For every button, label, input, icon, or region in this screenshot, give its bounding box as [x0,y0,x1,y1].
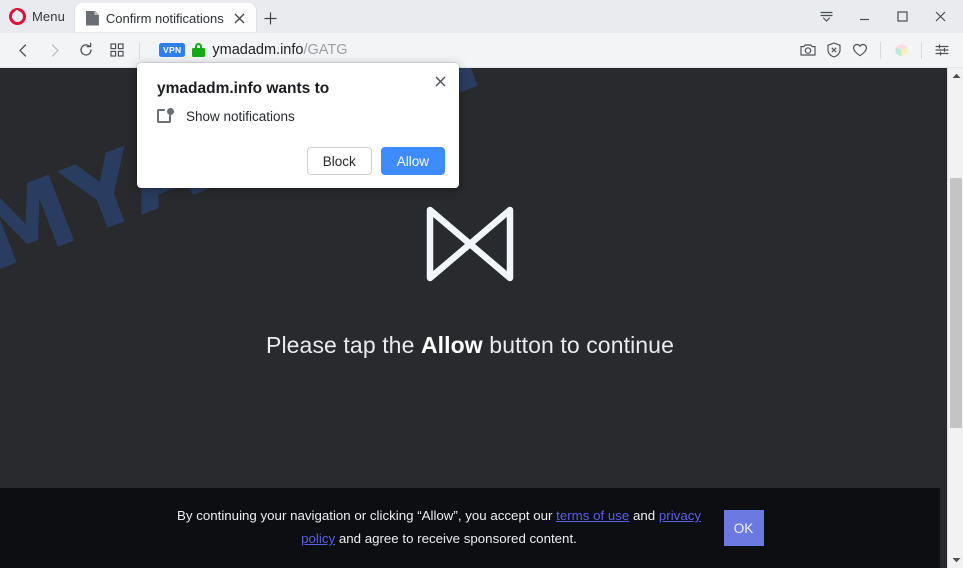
maximize-icon[interactable] [883,0,921,33]
scrollbar-thumb[interactable] [950,178,962,428]
allow-button[interactable]: Allow [380,147,445,175]
toolbar-right-icons [795,37,963,63]
close-icon[interactable] [921,0,959,33]
dialog-close-icon[interactable] [429,70,451,92]
browser-window: Menu Confirm notifications VPN ymadadm.i… [0,0,963,568]
scroll-up-arrow-icon[interactable] [948,68,963,84]
page-document-icon [85,10,99,26]
page-tagline: Please tap the Allow button to continue [266,332,674,359]
opera-logo-icon [9,8,26,25]
consent-text-part1: By continuing your navigation or clickin… [176,508,557,524]
tab-title: Confirm notifications [105,10,224,26]
dialog-permission-row: Show notifications [157,108,295,125]
tab-close-icon[interactable] [231,9,249,27]
easy-setup-sliders-icon[interactable] [929,37,955,63]
address-bar[interactable]: VPN ymadadm.info/GATG [147,36,795,64]
dialog-actions: Block Allow [306,147,445,175]
page-scrollbar[interactable] [947,68,963,568]
window-controls [807,0,963,33]
terms-of-use-link[interactable]: terms of use [556,508,629,523]
camera-snapshot-icon[interactable] [795,37,821,63]
notifications-icon [157,108,174,125]
minimize-icon[interactable] [845,0,883,33]
dialog-permission-label: Show notifications [186,109,295,124]
back-arrow-icon[interactable] [8,35,39,66]
cookie-consent-bar: By continuing your navigation or clickin… [0,488,940,568]
menu-button-label: Menu [32,9,65,24]
scroll-down-arrow-icon[interactable] [948,552,963,568]
toolbar-divider [139,41,140,59]
toolbar-divider [880,41,881,59]
tagline-emphasis: Allow [420,331,483,358]
url-host: ymadadm.info [212,42,304,58]
opera-menu-button[interactable]: Menu [0,0,75,33]
notification-permission-dialog: ymadadm.info wants to Show notifications… [137,63,459,188]
dialog-title: ymadadm.info wants to [157,80,330,97]
padlock-secure-icon[interactable] [192,43,206,57]
tagline-after: button to continue [482,331,674,358]
consent-ok-button[interactable]: OK [723,510,764,546]
heart-favorites-icon[interactable] [847,37,873,63]
url-text: ymadadm.info/GATG [212,42,347,58]
forward-arrow-icon [39,35,70,66]
new-tab-button[interactable] [256,3,286,33]
vpn-badge[interactable]: VPN [159,43,186,57]
grid-squares-icon[interactable] [101,35,132,66]
toolbar-divider [921,41,922,59]
tab-strip: Menu Confirm notifications [0,0,963,33]
consent-text: By continuing your navigation or clickin… [177,505,702,551]
consent-text-part3: and agree to receive sponsored content. [335,531,577,546]
consent-text-part2: and [629,508,659,524]
tagline-before: Please tap the [266,331,421,358]
adblock-shield-icon[interactable] [821,37,847,63]
browser-tab[interactable]: Confirm notifications [74,3,256,33]
reload-icon[interactable] [70,35,101,66]
block-button[interactable]: Block [306,147,372,175]
bowtie-loading-spinner-icon [426,206,514,281]
tab-list-dropdown-icon[interactable] [807,0,845,33]
url-path: /GATG [303,42,348,58]
workspaces-cube-icon[interactable] [888,37,914,63]
